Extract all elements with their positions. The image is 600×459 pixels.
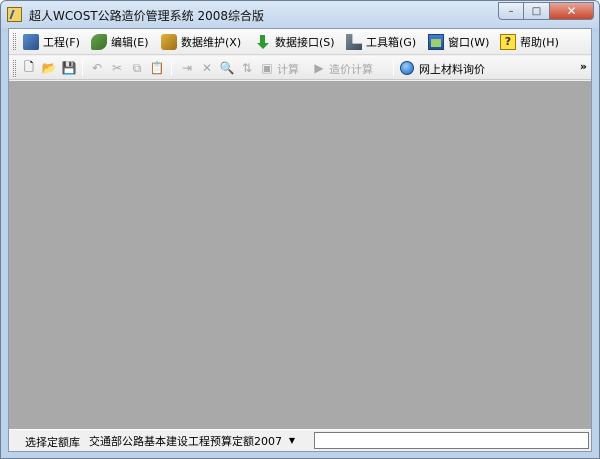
title-bar[interactable]: 超人WCOST公路造价管理系统 2008综合版 – □ ✕ <box>1 1 599 28</box>
toolbar-overflow-icon[interactable]: » <box>580 60 587 73</box>
insert-row-icon[interactable]: ⇥ <box>179 60 195 76</box>
toolbar-separator <box>82 60 83 76</box>
copy-icon[interactable]: ⧉ <box>129 60 145 76</box>
menu-window-label: 窗口(W) <box>448 36 490 49</box>
status-bar: 选择定额库 交通部公路基本建设工程预算定额2007 ▼ <box>9 429 591 451</box>
chevron-down-icon[interactable]: ▼ <box>285 436 299 445</box>
menu-grip[interactable] <box>13 33 16 50</box>
sort-icon[interactable]: ⇅ <box>239 60 255 76</box>
maximize-button[interactable]: □ <box>524 2 550 20</box>
open-folder-icon[interactable]: 📂 <box>41 60 57 76</box>
status-message-panel <box>314 432 589 449</box>
save-icon[interactable]: 💾 <box>61 60 77 76</box>
menu-project-label: 工程(F) <box>43 36 80 49</box>
calculate-icon[interactable]: ▣ <box>259 60 275 76</box>
menu-data-interface[interactable]: 数据接口(S) <box>255 32 335 52</box>
quota-library-label: 选择定额库 <box>25 436 80 449</box>
menu-toolbox[interactable]: 工具箱(G) <box>346 32 416 52</box>
window-title: 超人WCOST公路造价管理系统 2008综合版 <box>29 9 264 23</box>
window-controls: – □ ✕ <box>498 2 594 20</box>
tool-bar: 🗋 📂 💾 ↶ ✂ ⧉ 📋 ⇥ ✕ 🔍 ⇅ ▣ 计算 ▶ 造价计算 网上材料询价… <box>9 56 591 80</box>
undo-icon[interactable]: ↶ <box>89 60 105 76</box>
menu-window[interactable]: 窗口(W) <box>428 32 489 52</box>
online-material-price-button[interactable]: 网上材料询价 <box>419 61 485 77</box>
menu-data-maintenance-label: 数据维护(X) <box>181 36 242 49</box>
menu-help[interactable]: ? 帮助(H) <box>500 32 559 52</box>
menu-data-interface-label: 数据接口(S) <box>275 36 335 49</box>
quota-library-select[interactable]: 交通部公路基本建设工程预算定额2007 ▼ <box>89 432 307 449</box>
data-interface-icon <box>255 34 271 50</box>
menu-bar: 工程(F) 编辑(E) 数据维护(X) 数据接口(S) 工具箱(G) 窗口(W) <box>9 29 591 55</box>
help-icon: ? <box>500 34 516 50</box>
globe-icon[interactable] <box>399 60 415 76</box>
toolbar-grip[interactable] <box>13 60 16 77</box>
find-icon[interactable]: 🔍 <box>219 60 235 76</box>
menu-toolbox-label: 工具箱(G) <box>366 36 417 49</box>
price-calculation-button[interactable]: 造价计算 <box>329 61 373 77</box>
minimize-button[interactable]: – <box>498 2 524 20</box>
calculate-button[interactable]: 计算 <box>277 61 299 77</box>
toolbar-separator <box>393 60 394 76</box>
new-file-icon[interactable]: 🗋 <box>21 60 37 76</box>
run-icon[interactable]: ▶ <box>311 60 327 76</box>
app-icon[interactable] <box>7 7 22 22</box>
edit-icon <box>91 34 107 50</box>
mdi-workspace[interactable] <box>9 81 591 429</box>
window-icon <box>428 34 444 50</box>
menu-help-label: 帮助(H) <box>520 36 559 49</box>
paste-icon[interactable]: 📋 <box>149 60 165 76</box>
data-maintenance-icon <box>161 34 177 50</box>
cut-icon[interactable]: ✂ <box>109 60 125 76</box>
toolbox-icon <box>346 34 362 50</box>
close-button[interactable]: ✕ <box>550 2 594 20</box>
menu-edit-label: 编辑(E) <box>111 36 149 49</box>
delete-row-icon[interactable]: ✕ <box>199 60 215 76</box>
client-area: 工程(F) 编辑(E) 数据维护(X) 数据接口(S) 工具箱(G) 窗口(W) <box>8 28 592 452</box>
toolbar-separator <box>171 60 172 76</box>
main-window: 超人WCOST公路造价管理系统 2008综合版 – □ ✕ 工程(F) 编辑(E… <box>0 0 600 459</box>
menu-edit[interactable]: 编辑(E) <box>91 32 149 52</box>
menu-data-maintenance[interactable]: 数据维护(X) <box>161 32 241 52</box>
quota-library-value: 交通部公路基本建设工程预算定额2007 <box>89 434 282 448</box>
menu-project[interactable]: 工程(F) <box>23 32 80 52</box>
project-icon <box>23 34 39 50</box>
